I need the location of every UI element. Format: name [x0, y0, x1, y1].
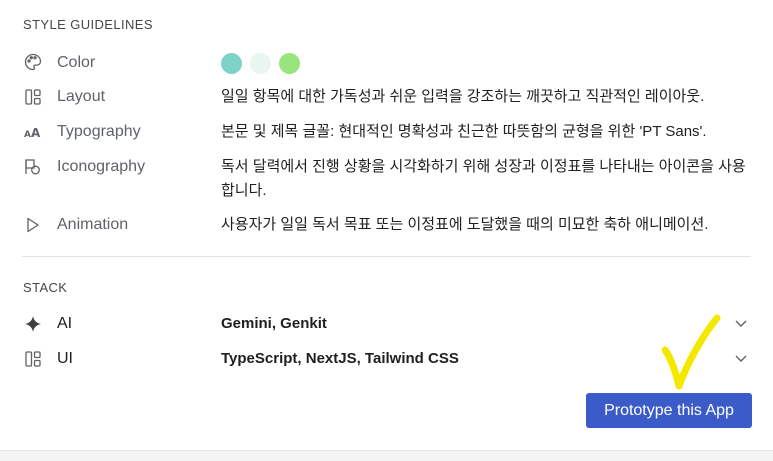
color-swatch-accent [279, 52, 300, 74]
stack-heading: STACK [23, 280, 68, 295]
guideline-label-typography: Typography [57, 123, 141, 140]
stack-value-ai: Gemini, Genkit [221, 315, 327, 332]
app-blueprint-panel: STYLE GUIDELINES Color Layout 일일 항목에 대한 … [0, 0, 773, 450]
bottom-strip [0, 450, 773, 461]
guideline-value-animation: 사용자가 일일 독서 목표 또는 이정표에 도달했을 때의 미묘한 축하 애니메… [221, 216, 709, 233]
stack-label-ai: AI [57, 315, 73, 332]
guideline-row-iconography: Iconography 독서 달력에서 진행 상황을 시각화하기 위해 성장과 … [0, 155, 773, 203]
typography-icon: AA [23, 122, 43, 142]
style-guidelines-heading: STYLE GUIDELINES [23, 17, 153, 32]
guideline-label-iconography: Iconography [57, 158, 146, 175]
palette-icon [23, 52, 43, 72]
guideline-row-layout: Layout 일일 항목에 대한 가독성과 쉬운 입력을 강조하는 깨끗하고 직… [0, 85, 773, 109]
stack-row-ai[interactable]: AI Gemini, Genkit [0, 313, 773, 337]
svg-text:A: A [24, 130, 31, 140]
sparkle-icon [23, 314, 43, 334]
stack-row-ui[interactable]: UI TypeScript, NextJS, Tailwind CSS [0, 348, 773, 372]
guideline-label-color: Color [57, 54, 96, 71]
svg-text:A: A [31, 126, 41, 140]
color-swatches [221, 51, 756, 75]
section-divider [22, 256, 751, 257]
layout-icon [23, 349, 43, 369]
guideline-value-layout: 일일 항목에 대한 가독성과 쉬운 입력을 강조하는 깨끗하고 직관적인 레이아… [221, 88, 705, 105]
guideline-row-color: Color [0, 51, 773, 75]
chevron-down-icon[interactable] [733, 350, 749, 366]
color-swatch-background [250, 52, 271, 74]
color-swatch-primary [221, 52, 242, 74]
guideline-label-animation: Animation [57, 216, 129, 233]
guideline-value-typography: 본문 및 제목 글꼴: 현대적인 명확성과 친근한 따뜻함의 균형을 위한 'P… [221, 123, 707, 140]
stack-value-ui: TypeScript, NextJS, Tailwind CSS [221, 350, 459, 367]
guideline-value-iconography: 독서 달력에서 진행 상황을 시각화하기 위해 성장과 이정표를 나타내는 아이… [221, 158, 746, 199]
play-icon [23, 215, 43, 235]
guideline-label-layout: Layout [57, 88, 106, 105]
prototype-app-button[interactable]: Prototype this App [586, 393, 752, 428]
stack-label-ui: UI [57, 350, 73, 367]
chevron-down-icon[interactable] [733, 315, 749, 331]
guideline-row-typography: AA Typography 본문 및 제목 글꼴: 현대적인 명확성과 친근한 … [0, 120, 773, 144]
iconography-icon [23, 157, 43, 177]
guideline-row-animation: Animation 사용자가 일일 독서 목표 또는 이정표에 도달했을 때의 … [0, 213, 773, 237]
layout-icon [23, 87, 43, 107]
